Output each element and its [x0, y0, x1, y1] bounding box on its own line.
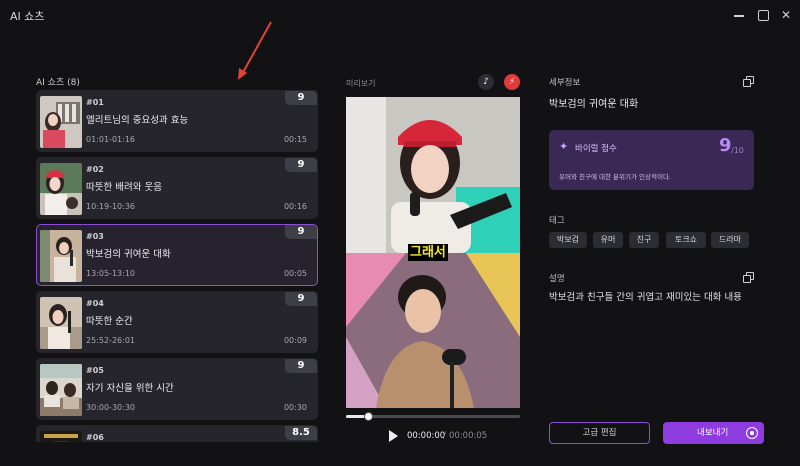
close-icon[interactable]: ✕: [777, 6, 795, 24]
detail-title: 박보검의 귀여운 대화: [549, 99, 639, 110]
play-icon[interactable]: [388, 430, 398, 442]
description-label: 설명: [549, 274, 565, 284]
clip-time-range: 10:19-10:36: [86, 202, 135, 211]
time-total: 00:00:05: [449, 431, 488, 441]
viral-score-description: 유머와 친구에 대한 분위기가 인상적이다.: [559, 173, 671, 181]
clip-score-badge: 9: [285, 359, 317, 373]
list-item-clip-06[interactable]: #06 8.5: [36, 425, 318, 442]
viral-score-value: 9: [719, 135, 732, 156]
clip-score-badge: 9: [285, 158, 317, 172]
export-target-icon: [746, 427, 758, 439]
video-preview[interactable]: 그래서: [346, 97, 520, 408]
tag-chip[interactable]: 토크쇼: [666, 232, 706, 248]
clip-duration: 00:16: [283, 202, 307, 211]
clip-title: 자기 자신을 위한 시간: [86, 383, 174, 394]
clip-number: #03: [86, 232, 104, 241]
clip-number: #02: [86, 165, 104, 174]
tag-chip[interactable]: 친구: [629, 232, 659, 248]
clip-duration: 00:09: [283, 336, 307, 345]
clip-time-range: 01:01-01:16: [86, 135, 135, 144]
progress-handle[interactable]: [364, 412, 374, 421]
clip-score-badge: 9: [285, 225, 317, 239]
clip-thumbnail: [40, 431, 82, 442]
time-current: 00:00:00: [407, 431, 446, 441]
list-item-clip-05[interactable]: #05 자기 자신을 위한 시간 30:00-30:30 00:30 9: [36, 358, 318, 420]
flash-icon[interactable]: ⚡: [504, 74, 520, 90]
tag-list: 박보검 유머 친구 토크쇼 드라마: [549, 232, 769, 250]
tag-chip[interactable]: 박보검: [549, 232, 587, 248]
tiktok-icon[interactable]: ♪: [478, 74, 494, 90]
preview-label: 미리보기: [346, 79, 376, 88]
clip-thumbnail: [40, 364, 82, 416]
list-item-clip-01[interactable]: #01 엘리트님의 중요성과 효능 01:01-01:16 00:15 9: [36, 90, 318, 152]
annotation-arrow-icon: [238, 21, 272, 80]
clip-title: 따뜻한 순간: [86, 316, 133, 327]
clip-thumbnail: [40, 163, 82, 215]
clip-thumbnail: [40, 297, 82, 349]
clip-title: 엘리트님의 중요성과 효능: [86, 115, 189, 126]
viral-score-label: 바이럴 점수: [575, 144, 617, 154]
copy-title-icon[interactable]: [743, 76, 754, 87]
clip-score-badge: 8.5: [285, 426, 317, 440]
clip-duration: 00:05: [283, 269, 307, 278]
list-item-clip-04[interactable]: #04 따뜻한 순간 25:52-26:01 00:09 9: [36, 291, 318, 353]
copy-description-icon[interactable]: [743, 272, 754, 283]
clip-title: 따뜻한 배려와 웃음: [86, 182, 162, 193]
list-item-clip-02[interactable]: #02 따뜻한 배려와 웃음 10:19-10:36 00:16 9: [36, 157, 318, 219]
shorts-list-header: AI 쇼츠 (8): [36, 78, 80, 88]
details-section-label: 세부정보: [549, 78, 581, 88]
tags-label: 태그: [549, 216, 565, 226]
maximize-icon[interactable]: [754, 6, 772, 24]
minimize-icon[interactable]: [730, 6, 748, 24]
title-bar: AI 쇼츠 ✕: [0, 0, 800, 30]
description-text: 박보검과 친구들 간의 귀엽고 재미있는 대화 내용: [549, 292, 742, 303]
clip-number: #05: [86, 366, 104, 375]
clip-number: #06: [86, 433, 104, 442]
clip-thumbnail: [40, 230, 82, 282]
tag-chip[interactable]: 드라마: [711, 232, 749, 248]
clip-number: #01: [86, 98, 104, 107]
clip-title: 박보검의 귀여운 대화: [86, 249, 171, 260]
sparkle-icon: ✦: [559, 140, 569, 153]
tag-chip[interactable]: 유머: [593, 232, 623, 248]
list-item-clip-03[interactable]: #03 박보검의 귀여운 대화 13:05-13:10 00:05 9: [36, 224, 318, 286]
clip-thumbnail: [40, 96, 82, 148]
video-subtitle: 그래서: [408, 244, 448, 261]
shorts-list[interactable]: #01 엘리트님의 중요성과 효능 01:01-01:16 00:15 9 #0…: [36, 90, 318, 442]
clip-score-badge: 9: [285, 292, 317, 306]
advanced-edit-button[interactable]: 고급 편집: [549, 422, 650, 444]
app-title: AI 쇼츠: [10, 10, 45, 23]
viral-score-max: /10: [731, 146, 744, 155]
time-separator: /: [443, 431, 446, 441]
clip-number: #04: [86, 299, 104, 308]
clip-time-range: 25:52-26:01: [86, 336, 135, 345]
clip-duration: 00:30: [283, 403, 307, 412]
clip-time-range: 30:00-30:30: [86, 403, 135, 412]
export-button[interactable]: 내보내기: [663, 422, 764, 444]
clip-time-range: 13:05-13:10: [86, 269, 135, 278]
clip-score-badge: 9: [285, 91, 317, 105]
export-button-label: 내보내기: [697, 428, 729, 438]
clip-duration: 00:15: [283, 135, 307, 144]
